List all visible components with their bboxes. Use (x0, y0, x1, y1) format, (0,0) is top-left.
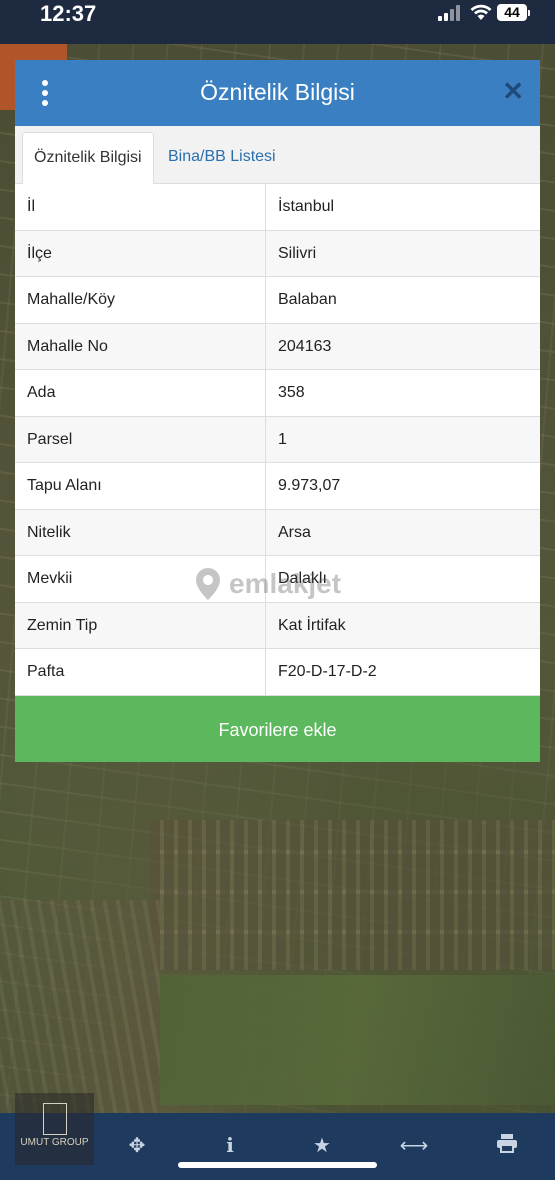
row-value: 358 (278, 384, 305, 401)
home-indicator[interactable] (178, 1162, 377, 1168)
watermark: emlakjet (195, 567, 341, 601)
row-key: Tapu Alanı (15, 463, 266, 509)
row-value: Kat İrtifak (278, 616, 346, 634)
watermark-text: emlakjet (229, 568, 342, 599)
table-row: Parsel 1 (15, 416, 540, 463)
table-row: Pafta F20-D-17-D-2 (15, 649, 540, 696)
tab-attribute-info[interactable]: Öznitelik Bilgisi (22, 132, 154, 184)
row-value: 9.973,07 (278, 477, 341, 494)
row-key: İlçe (15, 230, 266, 276)
row-value: Arsa (278, 523, 311, 541)
map-area-blocks (150, 820, 555, 970)
row-key: Nitelik (15, 509, 266, 555)
company-logo: UMUT GROUP (15, 1093, 94, 1165)
wifi-icon (469, 3, 493, 26)
row-key: İl (15, 184, 266, 230)
row-value: 1 (278, 430, 287, 448)
table-row: Mahalle/Köy Balaban (15, 277, 540, 324)
dialog-title: Öznitelik Bilgisi (200, 79, 355, 105)
row-value: 204163 (278, 337, 332, 355)
map-area-field (160, 975, 555, 1105)
table-row: Zemin Tip Kat İrtifak (15, 602, 540, 649)
table-row: Nitelik Arsa (15, 509, 540, 556)
table-row: İl İstanbul (15, 184, 540, 231)
row-value: İstanbul (278, 198, 335, 215)
row-key: Mahalle No (15, 323, 266, 369)
status-bar: 12:37 44 (0, 0, 555, 30)
star-icon[interactable]: ★ (302, 1133, 342, 1158)
row-value: F20-D-17-D-2 (278, 663, 377, 680)
table-row: Mahalle No 204163 (15, 323, 540, 370)
add-to-favorites-button[interactable]: Favorilere ekle (15, 695, 540, 762)
map-area-blocks-left (0, 900, 160, 1120)
info-icon[interactable]: i (210, 1133, 250, 1157)
print-icon[interactable] (487, 1133, 527, 1159)
attribute-table: İl İstanbul İlçe Silivri Mahalle/Köy Balaba… (15, 184, 540, 696)
measure-icon[interactable]: ⟷ (394, 1133, 434, 1158)
table-row: Tapu Alanı 9.973,07 (15, 463, 540, 510)
close-icon[interactable]: ✕ (502, 76, 524, 106)
status-time: 12:37 (40, 1, 97, 26)
logo-text: UMUT GROUP (20, 1137, 89, 1148)
row-key: Parsel (15, 416, 266, 462)
battery-icon: 44 (497, 4, 530, 21)
row-value: Silivri (278, 244, 317, 262)
row-key: Ada (15, 370, 266, 416)
attribute-dialog: Öznitelik Bilgisi ✕ Öznitelik Bilgisi Bi… (15, 60, 540, 762)
row-key: Pafta (15, 649, 266, 695)
row-value: Balaban (278, 291, 337, 308)
row-key: Zemin Tip (15, 602, 266, 648)
crosshair-icon[interactable]: ✥ (117, 1133, 157, 1158)
logo-mark-icon (42, 1103, 67, 1135)
location-pin-icon (196, 568, 220, 600)
table-row: Ada 358 (15, 370, 540, 417)
row-key: Mahalle/Köy (15, 277, 266, 323)
dialog-tabs: Öznitelik Bilgisi Bina/BB Listesi (15, 126, 540, 184)
table-row: İlçe Silivri (15, 230, 540, 277)
tab-building-list[interactable]: Bina/BB Listesi (157, 132, 287, 182)
dialog-header: Öznitelik Bilgisi ✕ (15, 60, 540, 126)
signal-icon (438, 5, 464, 21)
